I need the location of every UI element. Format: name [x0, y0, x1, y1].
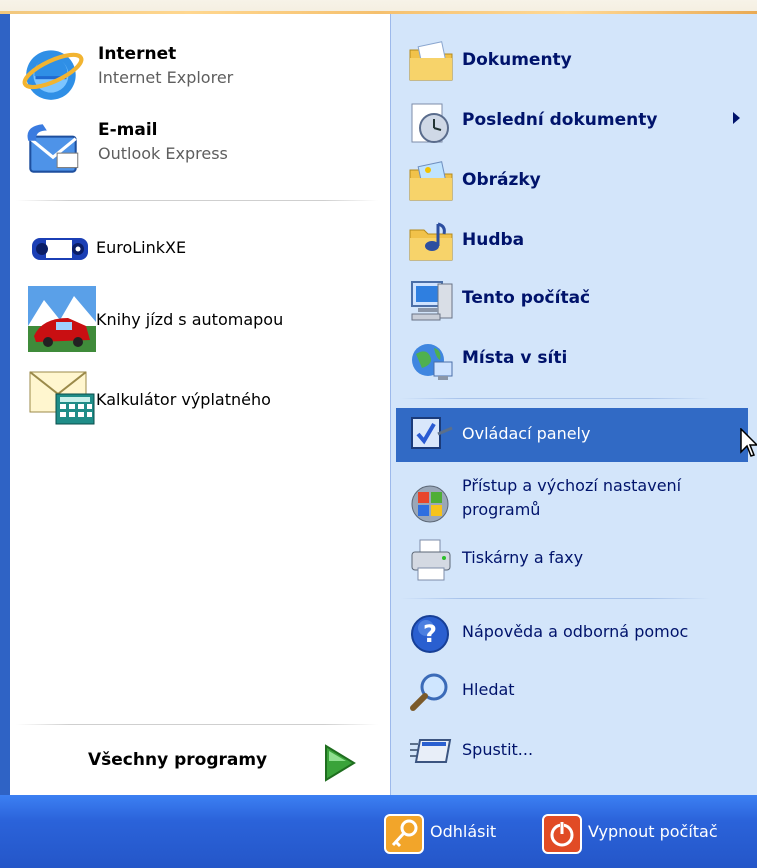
all-programs-label: Všechny programy [88, 750, 268, 770]
tool-napoveda[interactable]: ? Nápověda a odborná pomoc [396, 604, 748, 662]
recent-item-label: EuroLinkXE [96, 238, 187, 257]
shutdown-label: Vypnout počítač [588, 822, 718, 841]
network-places-icon [412, 344, 453, 380]
mouse-cursor-icon [740, 428, 757, 457]
pinned-subtitle: Outlook Express [98, 144, 228, 163]
power-icon [542, 814, 582, 854]
recent-item-label: Knihy jízd s automapou [96, 310, 284, 329]
logoff-button[interactable]: Odhlásit [382, 812, 502, 856]
start-menu-top-strip [0, 0, 757, 14]
search-icon [410, 673, 448, 711]
green-arrow-icon [325, 744, 356, 782]
pictures-folder-icon [409, 161, 453, 201]
place-dokumenty[interactable]: Dokumenty [396, 32, 748, 90]
recent-documents-icon [411, 103, 449, 143]
place-obrazky[interactable]: Obrázky [396, 152, 748, 210]
setting-pristup-programu[interactable]: Přístup a výchozí nastavení programů [396, 468, 748, 532]
documents-folder-icon [409, 41, 453, 81]
place-label: Hudba [462, 230, 525, 250]
internet-explorer-icon [22, 50, 84, 100]
logoff-label: Odhlásit [430, 822, 497, 841]
shutdown-button[interactable]: Vypnout počítač [540, 812, 750, 856]
music-folder-icon [409, 222, 453, 261]
place-hudba[interactable]: Hudba [396, 212, 748, 270]
setting-label-line2: programů [462, 500, 541, 519]
run-icon [410, 739, 452, 763]
tool-label: Spustit... [462, 740, 534, 759]
start-menu: Internet Internet Explorer E-mail Outloo… [0, 0, 757, 868]
pinned-subtitle: Internet Explorer [98, 68, 234, 87]
place-label: Poslední dokumenty [462, 110, 658, 130]
control-panel-icon [411, 417, 453, 449]
svg-text:?: ? [423, 620, 437, 648]
pinned-item-email[interactable]: E-mail Outlook Express [18, 112, 368, 182]
help-icon: ? [411, 615, 449, 653]
recent-item-eurolinkxe[interactable]: EuroLinkXE [18, 218, 368, 278]
recent-item-knihy-jizd[interactable]: Knihy jízd s automapou [18, 286, 368, 352]
place-mista-v-siti[interactable]: Místa v síti [396, 330, 748, 388]
tool-label: Hledat [462, 680, 515, 699]
pinned-separator [16, 200, 378, 201]
place-label: Dokumenty [462, 50, 572, 70]
settings-separator [400, 598, 710, 599]
place-tento-pocitac[interactable]: Tento počítač [396, 270, 748, 328]
outlook-express-icon [27, 124, 79, 173]
my-computer-icon [411, 281, 453, 321]
place-label: Místa v síti [462, 348, 568, 368]
setting-label: Přístup a výchozí nastavení [462, 476, 682, 495]
tool-spustit[interactable]: Spustit... [396, 722, 748, 780]
pinned-item-internet[interactable]: Internet Internet Explorer [18, 36, 368, 106]
pinned-title: Internet [98, 44, 177, 64]
tool-label: Nápověda a odborná pomoc [462, 622, 689, 641]
key-icon [384, 814, 424, 854]
all-programs-separator [16, 724, 378, 725]
program-access-icon [411, 485, 449, 523]
printer-icon [411, 539, 451, 581]
place-label: Obrázky [462, 170, 541, 190]
setting-label: Tiskárny a faxy [462, 548, 584, 567]
submenu-arrow-icon [733, 112, 740, 124]
calculator-envelope-icon [29, 371, 95, 425]
setting-ovladaci-panely[interactable]: Ovládací panely [396, 408, 748, 462]
pinned-title: E-mail [98, 120, 158, 140]
recent-item-label: Kalkulátor výplatného [96, 390, 271, 409]
place-posledni-dokumenty[interactable]: Poslední dokumenty [396, 92, 748, 150]
recent-item-kalkulator[interactable]: Kalkulátor výplatného [18, 370, 368, 430]
tool-hledat[interactable]: Hledat [396, 662, 748, 720]
eurolinkxe-icon [32, 238, 88, 260]
all-programs-button[interactable]: Všechny programy [70, 740, 380, 786]
setting-tiskarny-faxy[interactable]: Tiskárny a faxy [396, 530, 748, 588]
setting-label: Ovládací panely [462, 424, 591, 443]
place-label: Tento počítač [462, 288, 591, 308]
car-logbook-icon [28, 286, 96, 352]
places-separator [400, 398, 710, 399]
